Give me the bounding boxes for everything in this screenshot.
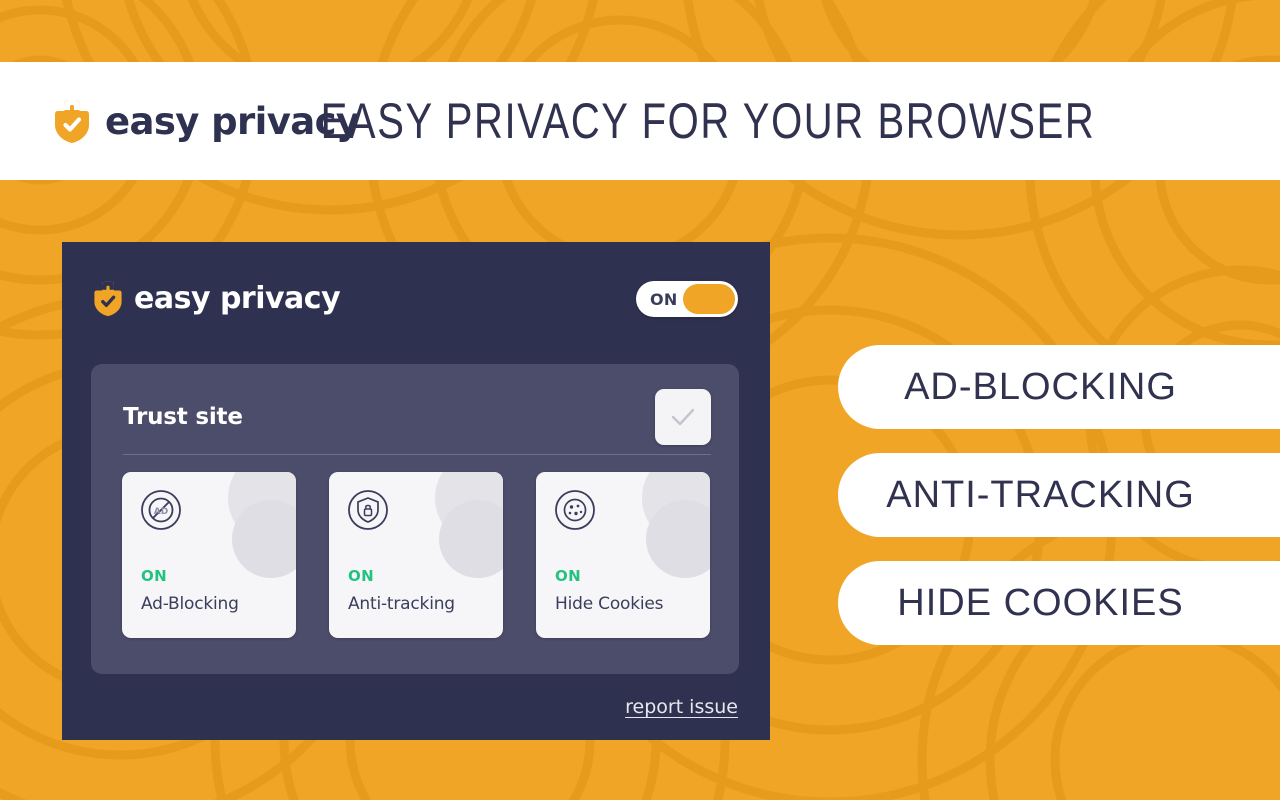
popup-brand-name: easy privacy	[134, 280, 341, 316]
feature-tile-hide-cookies[interactable]: ON Hide Cookies	[536, 472, 710, 638]
feature-tile-ad-blocking[interactable]: AD ON Ad-Blocking	[122, 472, 296, 638]
trust-site-row[interactable]: Trust site	[123, 386, 711, 448]
page-title: EASY PRIVACY FOR YOUR BROWSER	[320, 93, 1096, 149]
cookie-icon	[554, 489, 596, 536]
feature-tile-anti-tracking[interactable]: ON Anti-tracking	[329, 472, 503, 638]
trust-site-label: Trust site	[123, 404, 243, 430]
popup-brand-lockup: easy privacy	[92, 280, 341, 317]
tile-name: Hide Cookies	[555, 594, 664, 614]
svg-text:AD: AD	[154, 507, 168, 517]
decorative-circle	[646, 500, 710, 578]
no-ads-icon: AD	[140, 489, 182, 536]
master-power-toggle[interactable]: ON	[636, 281, 738, 317]
feature-pill-ad-blocking: AD-BLOCKING	[838, 345, 1280, 429]
feature-pill-hide-cookies: HIDE COOKIES	[838, 561, 1280, 645]
checkmark-icon	[671, 408, 695, 426]
feature-pill-label: AD-BLOCKING	[904, 365, 1177, 408]
feature-pill-label: HIDE COOKIES	[897, 581, 1184, 624]
settings-panel: Trust site AD ON Ad-Blocking ON Anti-tra…	[91, 364, 739, 674]
page-header: easy privacy EASY PRIVACY FOR YOUR BROWS…	[0, 62, 1280, 180]
shield-check-icon	[94, 281, 122, 316]
toggle-knob	[683, 284, 735, 314]
decorative-circle	[232, 500, 296, 578]
trust-site-checkbox[interactable]	[655, 389, 711, 445]
feature-pill-label: ANTI-TRACKING	[886, 473, 1195, 516]
tile-name: Anti-tracking	[348, 594, 455, 614]
panel-divider	[123, 454, 711, 455]
tile-status: ON	[348, 567, 375, 585]
decorative-circle	[439, 500, 503, 578]
tile-status: ON	[555, 567, 582, 585]
feature-tiles: AD ON Ad-Blocking ON Anti-tracking ON Hi…	[122, 472, 711, 638]
report-issue-link[interactable]: report issue	[625, 696, 738, 718]
tile-name: Ad-Blocking	[141, 594, 239, 614]
popup-header: easy privacy ON	[62, 242, 770, 354]
extension-popup-card: easy privacy ON Trust site AD ON Ad-Bloc…	[62, 242, 770, 740]
tile-status: ON	[141, 567, 168, 585]
shield-check-icon	[55, 100, 89, 143]
master-toggle-label: ON	[650, 289, 678, 309]
shield-lock-icon	[347, 489, 389, 536]
feature-pill-anti-tracking: ANTI-TRACKING	[838, 453, 1280, 537]
